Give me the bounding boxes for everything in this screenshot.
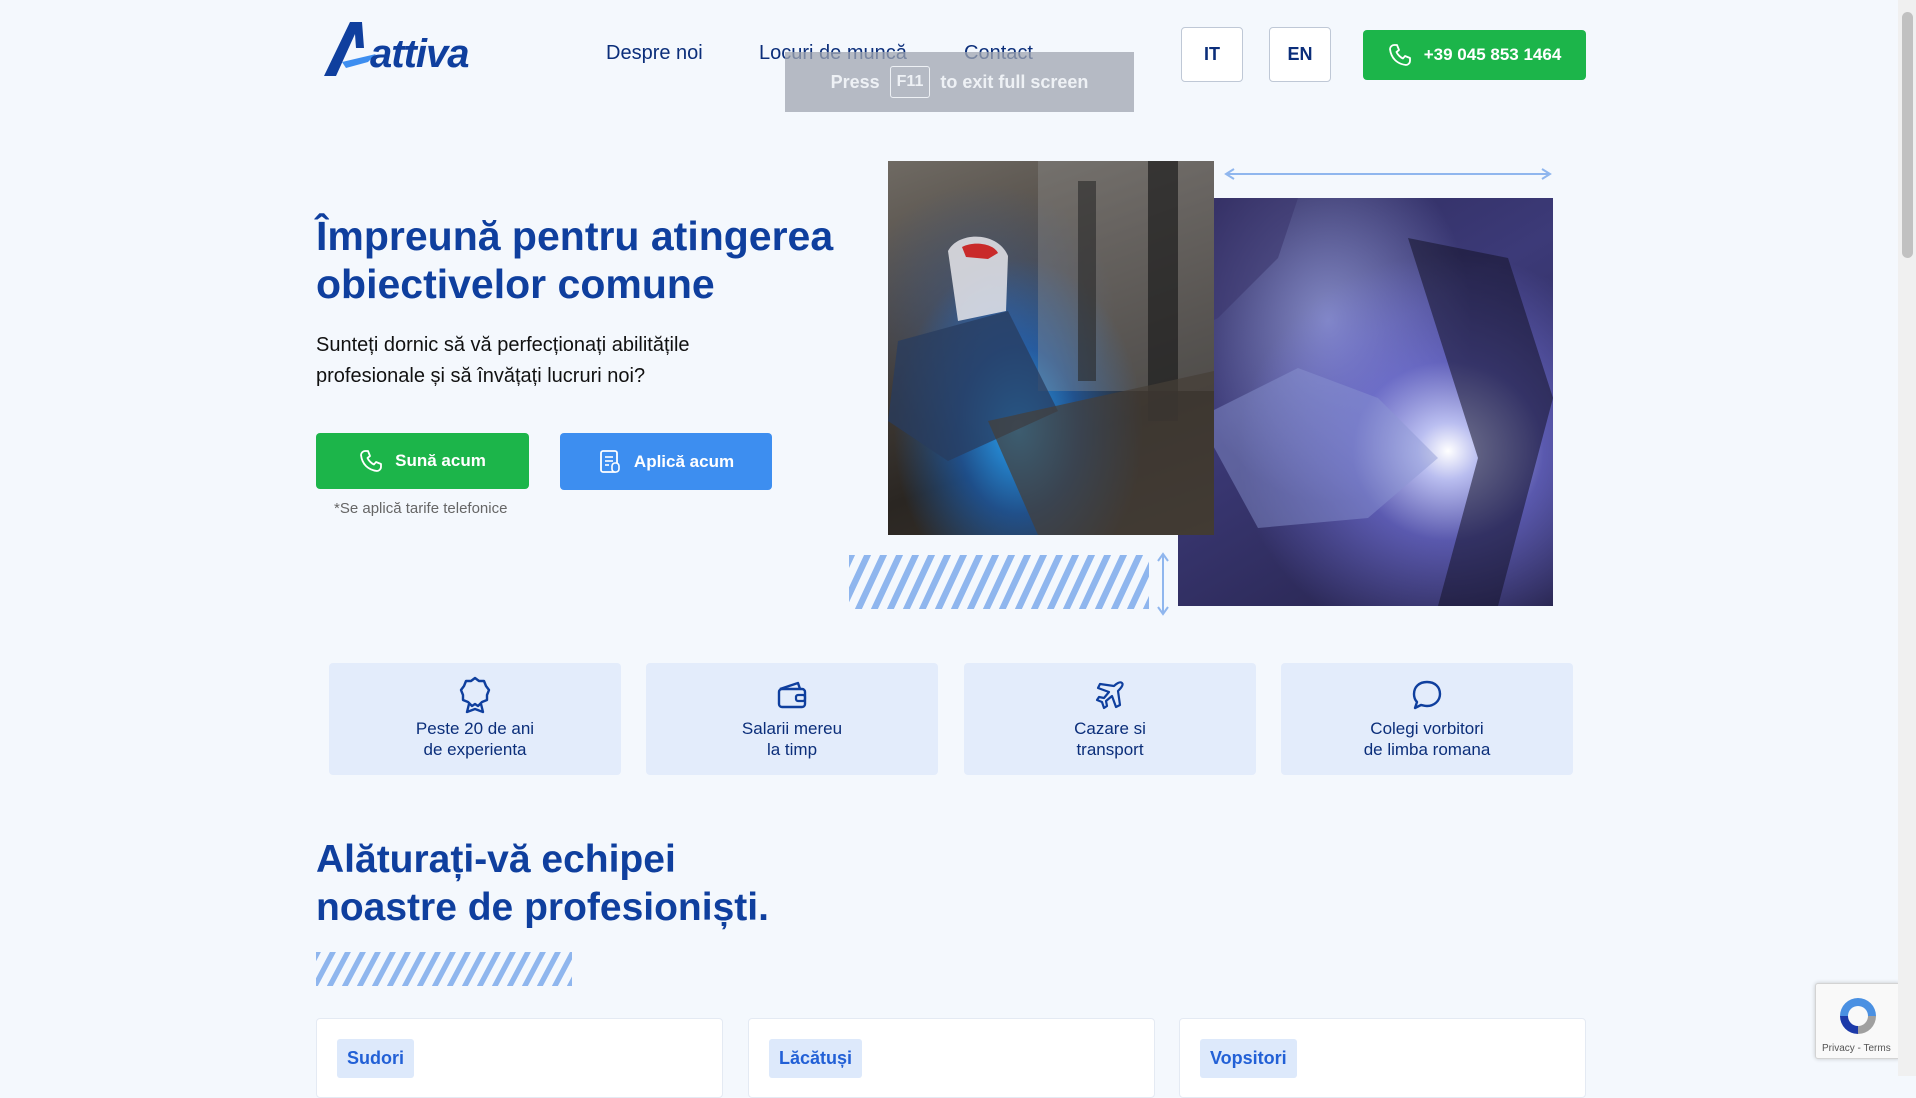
feature-experience-line1: Peste 20 de ani (415, 719, 535, 738)
phone-icon (359, 449, 383, 473)
job-card-lacatusi[interactable]: Lăcătuși (748, 1018, 1155, 1098)
recaptcha-icon (1840, 998, 1876, 1034)
fullscreen-notice-rest: to exit full screen (940, 71, 1089, 92)
job-card-sudori[interactable]: Sudori (316, 1018, 723, 1098)
feature-colleagues: Colegi vorbitori de limba romana (1281, 663, 1573, 775)
phone-icon (1388, 43, 1412, 67)
feature-experience: Peste 20 de ani de experienta (329, 663, 621, 775)
scrollbar-thumb[interactable] (1902, 12, 1913, 258)
feature-colleagues-line2: de limba romana (1363, 740, 1491, 759)
chat-bubble-icon (1411, 678, 1443, 712)
arrow-horizontal-decoration (1224, 168, 1552, 180)
job-tag: Vopsitori (1200, 1039, 1297, 1078)
logo[interactable]: attiva (320, 18, 480, 80)
lang-it-button[interactable]: IT (1181, 27, 1243, 82)
fullscreen-notice-key: F11 (889, 66, 931, 98)
feature-housing: Cazare si transport (964, 663, 1256, 775)
nav-despre-noi[interactable]: Despre noi (606, 42, 703, 65)
feature-experience-line2: de experienta (423, 740, 527, 759)
lang-en-button[interactable]: EN (1269, 27, 1331, 82)
job-tag: Sudori (337, 1039, 414, 1078)
recaptcha-links[interactable]: Privacy - Terms (1822, 1043, 1891, 1054)
document-icon (598, 449, 622, 475)
hero-subtitle: Sunteți dornic să vă perfecționați abili… (316, 334, 690, 387)
section-title-line2: noastre de profesioniști. (316, 886, 769, 929)
feature-salary-line1: Salarii mereu (741, 719, 843, 738)
plane-icon (1094, 678, 1126, 712)
job-tag: Lăcătuși (769, 1039, 863, 1078)
header-phone-label: +39 045 853 1464 (1423, 45, 1562, 64)
call-now-button[interactable]: Sună acum (316, 433, 529, 489)
arrow-vertical-decoration (1157, 552, 1169, 616)
stripes-decoration (849, 555, 1149, 609)
fullscreen-notice: Press F11 to exit full screen (785, 52, 1134, 112)
feature-housing-line2: transport (1076, 740, 1144, 759)
header-phone-button[interactable]: +39 045 853 1464 (1363, 30, 1586, 80)
recaptcha-badge[interactable]: Privacy - Terms (1815, 983, 1901, 1059)
feature-housing-line1: Cazare si (1074, 719, 1146, 738)
feature-salary-line2: la timp (766, 740, 818, 759)
hero-title: Împreună pentru atingerea obiectivelor c… (316, 213, 834, 307)
welding-sparks-photo (1178, 198, 1553, 606)
award-icon (459, 676, 491, 714)
apply-now-button[interactable]: Aplică acum (560, 433, 772, 490)
section-stripes-decoration (316, 952, 572, 986)
apply-now-label: Aplică acum (633, 451, 735, 471)
welder-photo (888, 161, 1214, 535)
logo-text: attiva (370, 32, 469, 76)
call-now-label: Sună acum (395, 451, 486, 470)
wallet-icon (776, 678, 808, 712)
phone-rates-note: *Se aplică tarife telefonice (334, 500, 508, 517)
section-title-line1: Alăturați-vă echipei (316, 838, 676, 881)
feature-colleagues-line1: Colegi vorbitori (1370, 719, 1484, 738)
job-card-vopsitori[interactable]: Vopsitori (1179, 1018, 1586, 1098)
feature-salary: Salarii mereu la timp (646, 663, 938, 775)
section-title: Alăturați-vă echipei noastre de profesio… (316, 836, 769, 932)
fullscreen-notice-press: Press (830, 71, 880, 92)
